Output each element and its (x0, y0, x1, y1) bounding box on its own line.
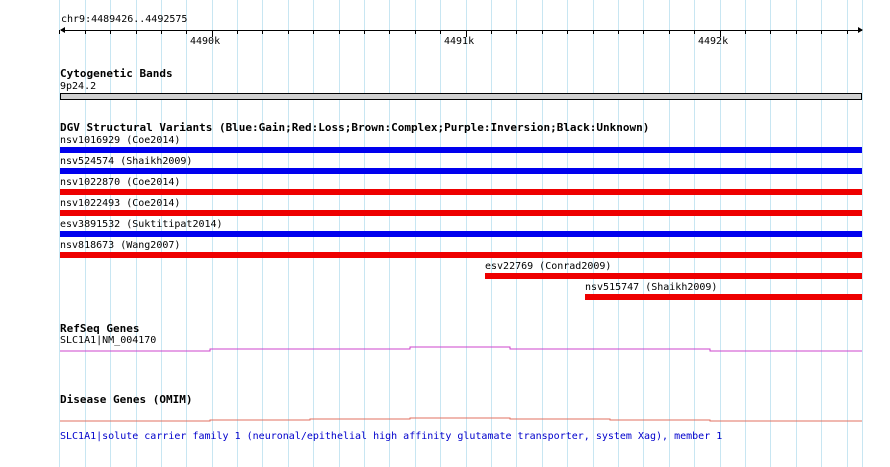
genome-browser-view: chr9:4489426..4492575 4490k 4491k 4492k … (0, 0, 890, 467)
omim-gene-model[interactable] (0, 0, 890, 467)
omim-gene-label[interactable]: SLC1A1|solute carrier family 1 (neuronal… (60, 431, 722, 443)
